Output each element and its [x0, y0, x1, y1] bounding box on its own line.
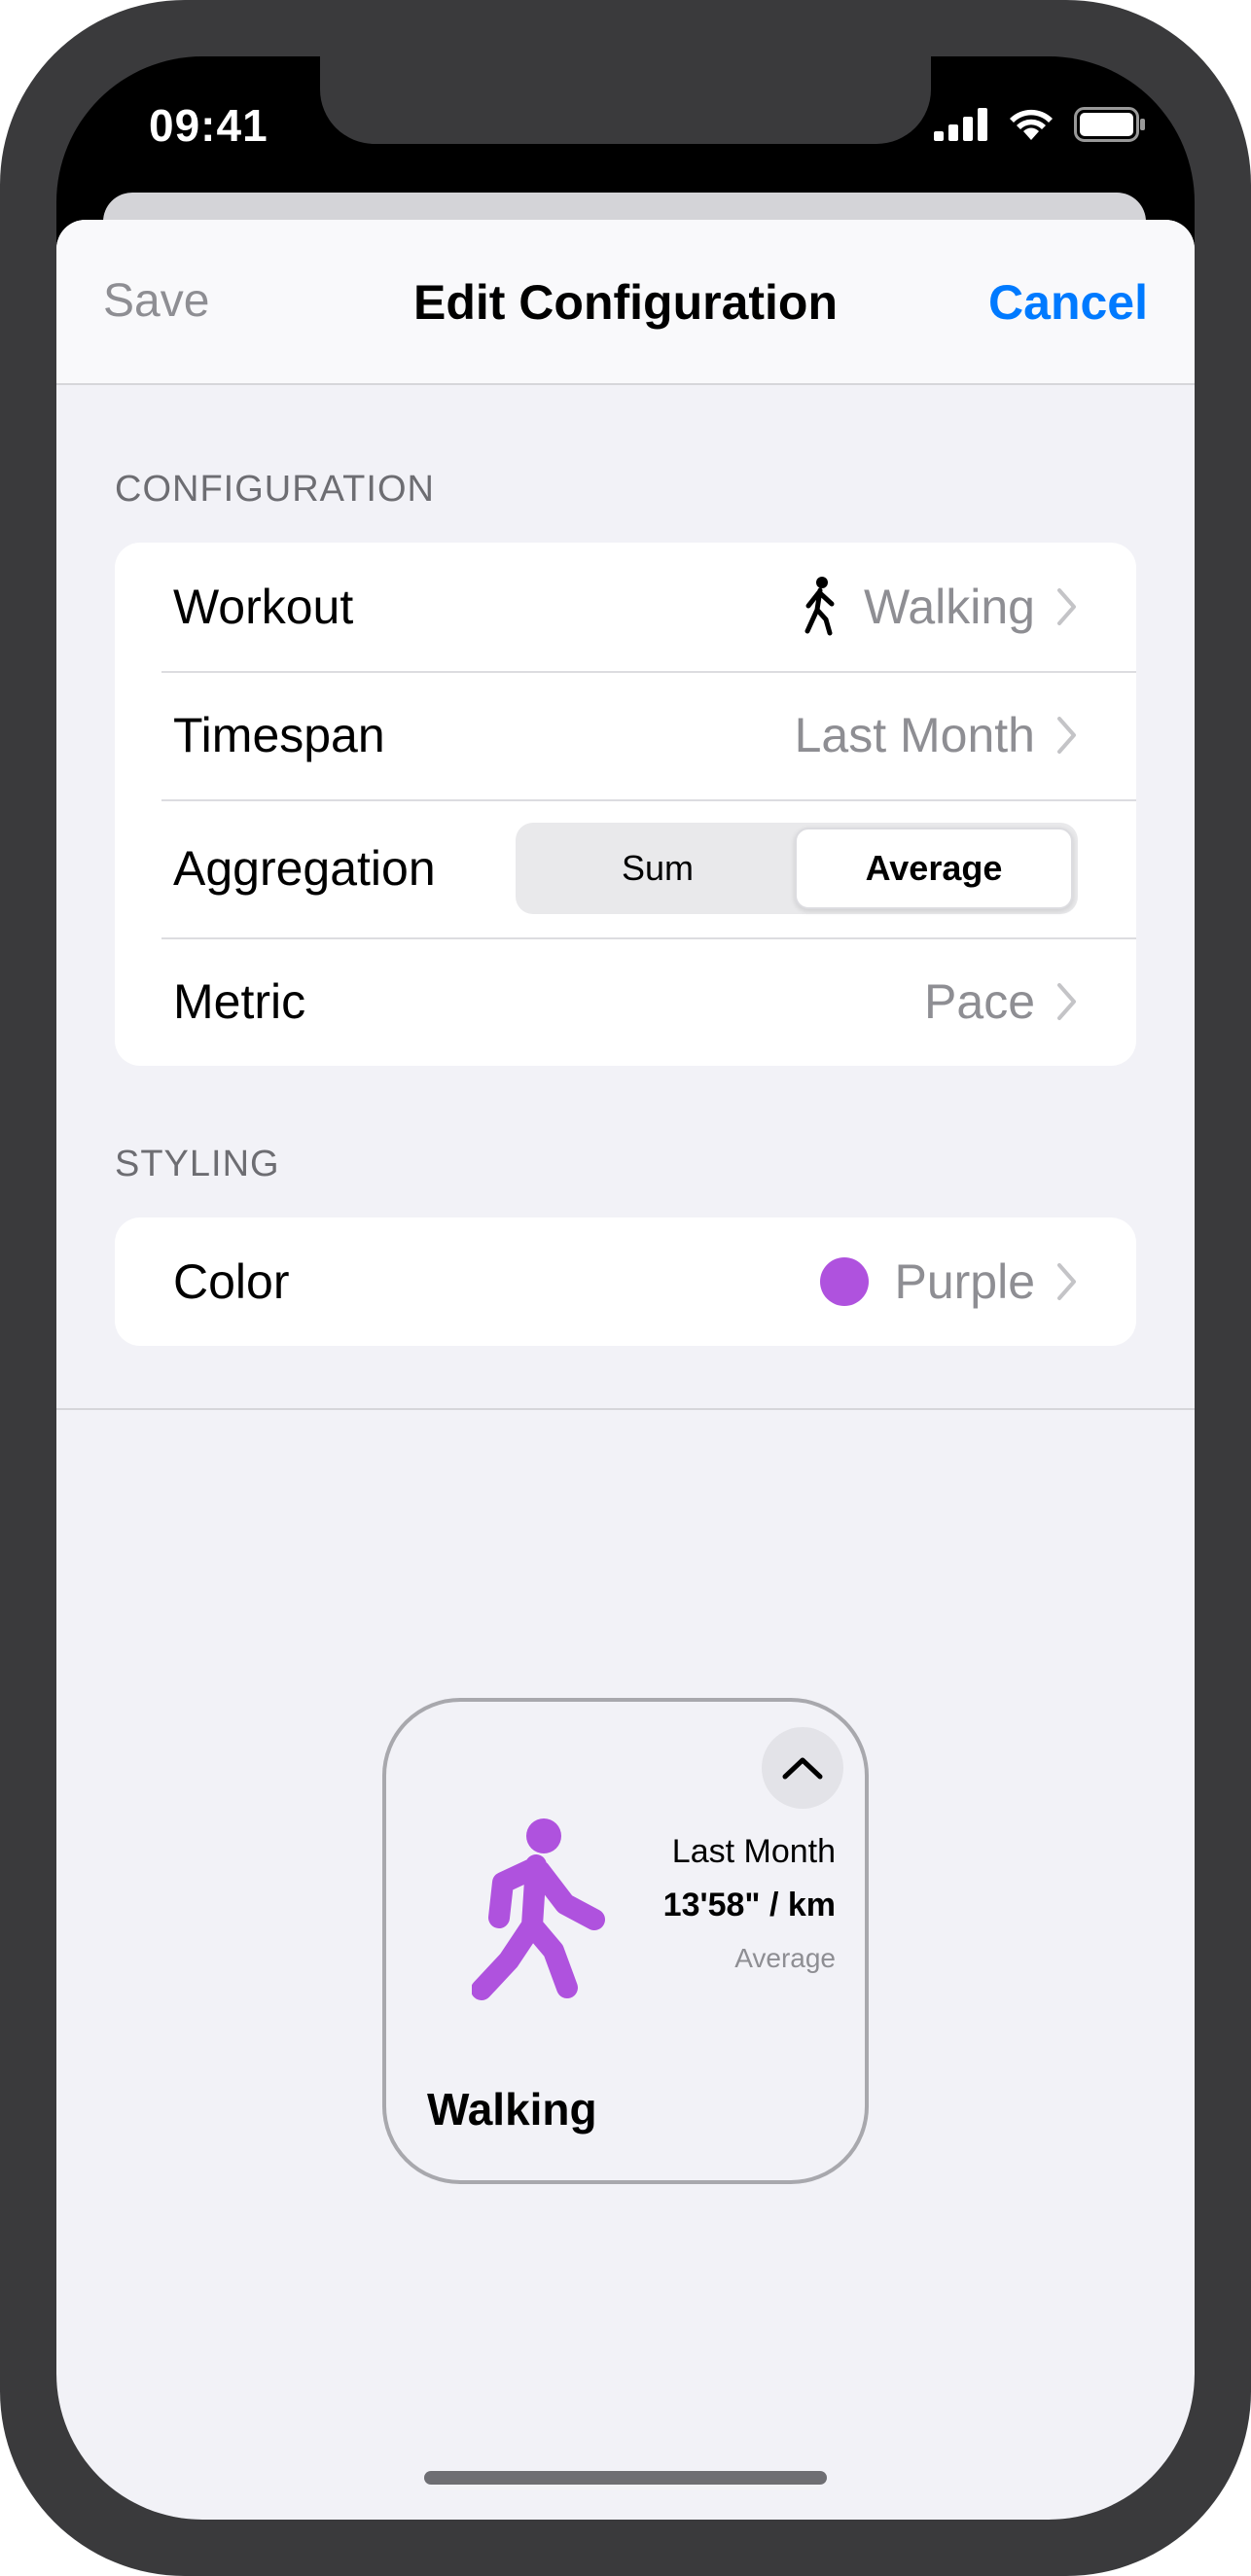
aggregation-label: Aggregation	[173, 841, 436, 896]
home-indicator[interactable]	[424, 2471, 827, 2485]
styling-section-header: STYLING	[115, 1144, 280, 1184]
timespan-value-container: Last Month	[795, 707, 1078, 763]
workout-row[interactable]: Workout Walking	[115, 543, 1136, 671]
chevron-right-icon	[1057, 1263, 1076, 1300]
device-frame: 09:41 Save Edit Configuration Cancel CON…	[0, 0, 1251, 2576]
wifi-icon	[1010, 109, 1053, 140]
notch	[320, 56, 931, 144]
cancel-button[interactable]: Cancel	[988, 274, 1148, 331]
walking-figure-icon	[804, 577, 835, 636]
preview-divider	[56, 1408, 1195, 1410]
workout-label: Workout	[173, 580, 354, 634]
widget-aggregation: Average	[734, 1943, 836, 1973]
status-icons	[934, 107, 1146, 142]
widget-value: 13'58" / km	[662, 1887, 836, 1923]
metric-value: Pace	[924, 974, 1035, 1029]
segment-sum[interactable]: Sum	[520, 828, 795, 909]
timespan-value: Last Month	[794, 708, 1035, 762]
navigation-bar: Save Edit Configuration Cancel	[56, 220, 1195, 385]
widget-workout-name: Walking	[427, 2084, 597, 2135]
cellular-signal-icon	[934, 108, 987, 141]
styling-group: Color Purple	[115, 1217, 1136, 1346]
edit-configuration-sheet: Save Edit Configuration Cancel CONFIGURA…	[56, 220, 1195, 2520]
save-button[interactable]: Save	[103, 274, 209, 328]
widget-collapse-button[interactable]	[762, 1727, 843, 1809]
widget-preview[interactable]: Last Month 13'58" / km Average Walking	[382, 1698, 869, 2184]
configuration-group: Workout Walking Timespan Last Month Aggr…	[115, 543, 1136, 1066]
metric-row[interactable]: Metric Pace	[115, 937, 1136, 1066]
aggregation-row: Aggregation Sum Average	[115, 799, 1136, 937]
color-label: Color	[173, 1254, 290, 1309]
timespan-label: Timespan	[173, 708, 385, 762]
screen: 09:41 Save Edit Configuration Cancel CON…	[56, 56, 1195, 2520]
color-swatch	[820, 1257, 870, 1306]
aggregation-segmented-control[interactable]: Sum Average	[516, 823, 1078, 914]
color-value-container: Purple	[820, 1253, 1078, 1310]
status-time: 09:41	[149, 100, 268, 151]
chevron-right-icon	[1057, 588, 1076, 625]
color-value: Purple	[894, 1254, 1035, 1309]
chevron-right-icon	[1057, 983, 1076, 1020]
workout-value: Walking	[864, 580, 1035, 634]
color-row[interactable]: Color Purple	[115, 1217, 1136, 1346]
workout-value-container: Walking	[800, 577, 1078, 637]
chevron-up-icon	[782, 1757, 823, 1780]
widget-timespan: Last Month	[671, 1833, 836, 1870]
battery-icon	[1074, 107, 1145, 142]
configuration-section-header: CONFIGURATION	[115, 469, 435, 510]
metric-label: Metric	[173, 974, 306, 1029]
timespan-row[interactable]: Timespan Last Month	[115, 671, 1136, 799]
chevron-right-icon	[1057, 717, 1076, 754]
walking-figure-icon	[472, 1818, 605, 2000]
metric-value-container: Pace	[924, 973, 1078, 1030]
segment-average[interactable]: Average	[795, 828, 1073, 909]
